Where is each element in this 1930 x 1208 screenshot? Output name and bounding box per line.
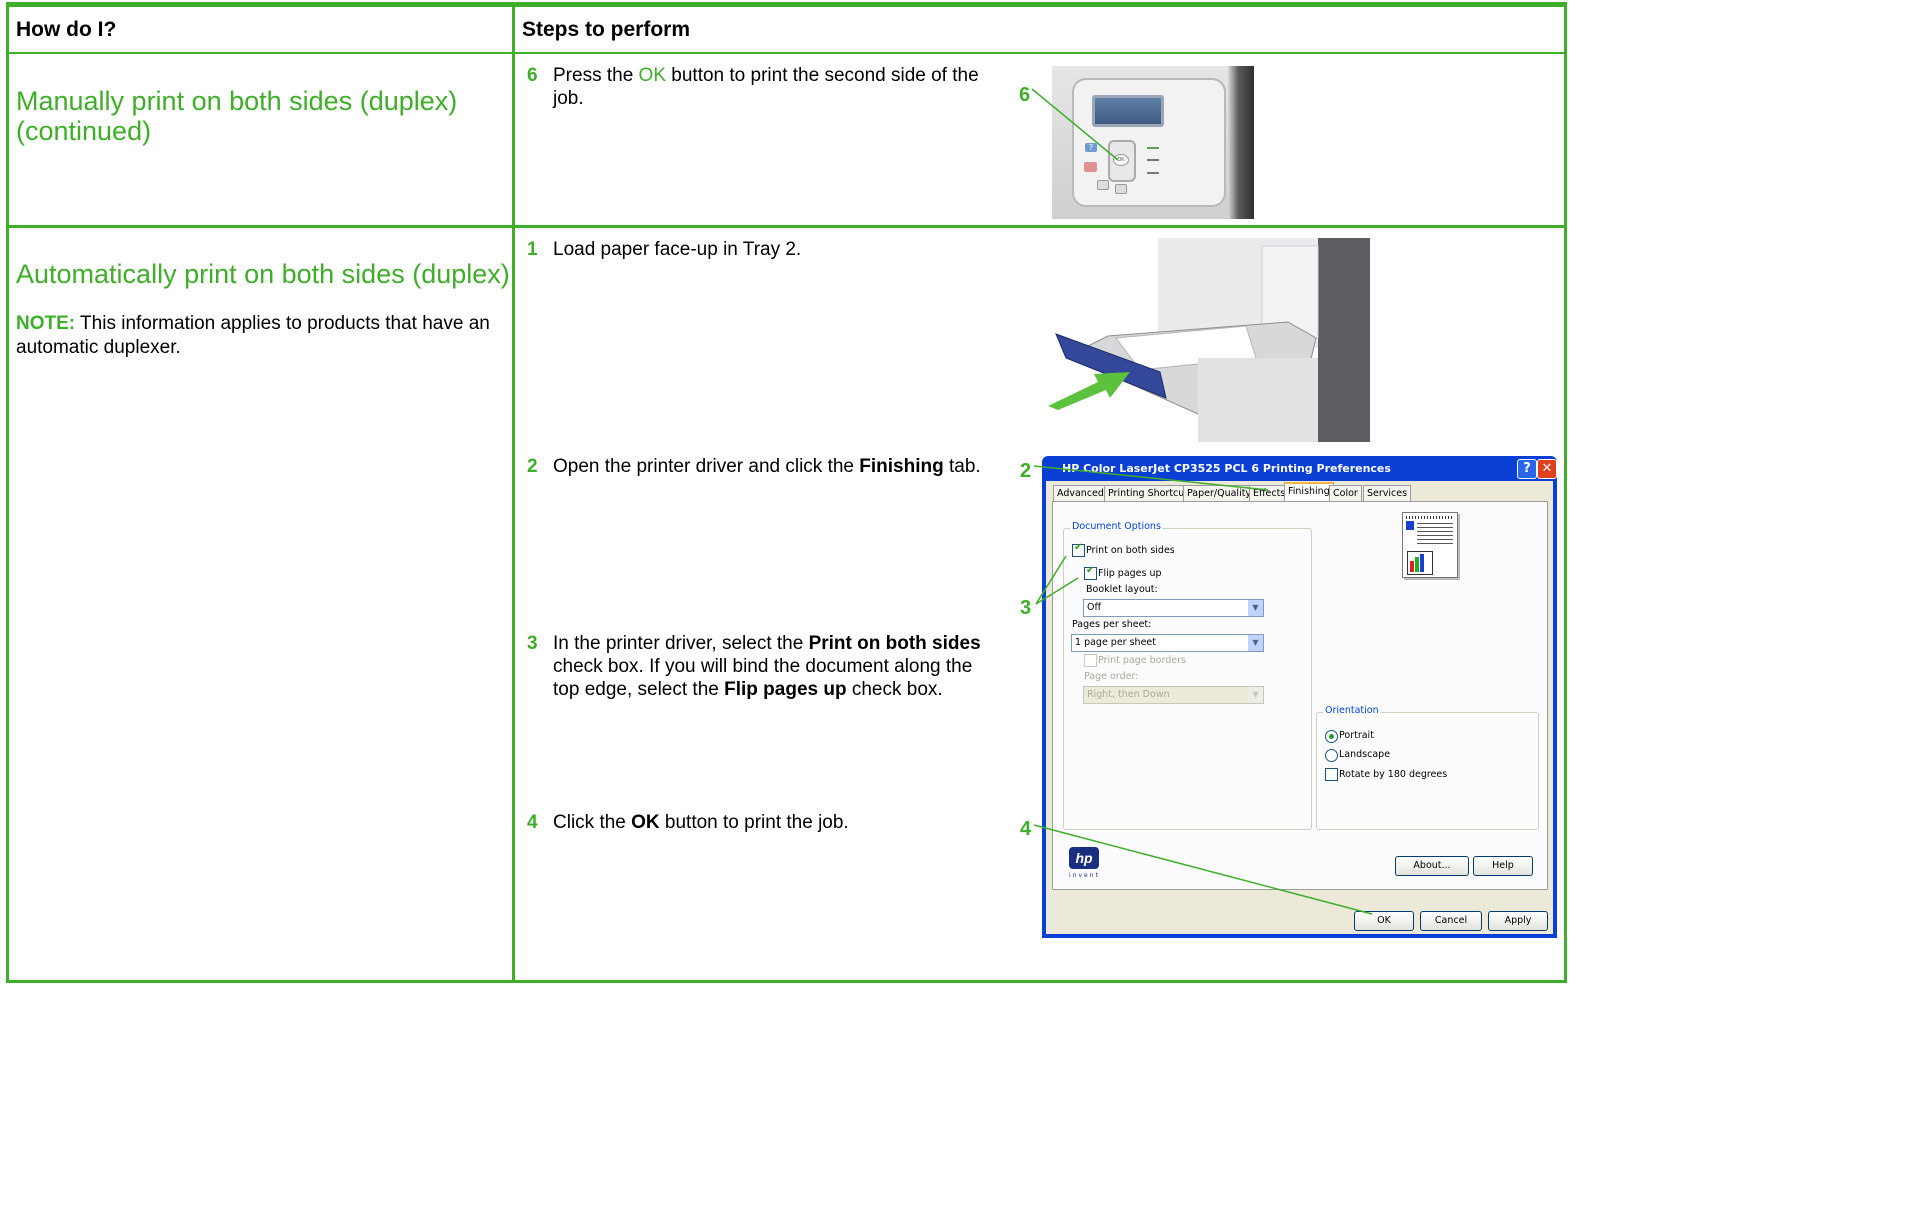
chevron-down-icon: ▼ <box>1248 635 1263 651</box>
page-order-select[interactable]: Right, then Down ▼ <box>1083 686 1264 704</box>
dialog-body: Advanced Printing Shortcuts Paper/Qualit… <box>1046 481 1553 934</box>
panel-led-1 <box>1147 147 1159 149</box>
print-page-borders-checkbox[interactable] <box>1084 654 1097 667</box>
flip-pages-up-checkbox[interactable] <box>1084 565 1097 580</box>
flip-pages-up-label: Flip pages up <box>1098 568 1162 579</box>
ok-word: OK <box>638 65 666 86</box>
panel-led-3 <box>1147 172 1159 174</box>
note-text: This information applies to products tha… <box>75 313 490 334</box>
row2-title: Automatically print on both sides (duple… <box>16 259 510 289</box>
booklet-layout-select[interactable]: Off ▼ <box>1083 599 1264 617</box>
printer-side <box>1318 238 1370 442</box>
landscape-label: Landscape <box>1339 749 1391 760</box>
header-how-do-i: How do I? <box>16 18 117 41</box>
frame-bottom <box>6 980 1567 983</box>
orientation-title: Orientation <box>1323 705 1381 716</box>
step-3: 3 In the printer driver, select the Prin… <box>527 633 981 700</box>
finishing-pane: Document Options Print on both sides Fli… <box>1052 501 1548 890</box>
pages-per-sheet-select[interactable]: 1 page per sheet ▼ <box>1071 634 1264 652</box>
cancel-button[interactable]: Cancel <box>1420 911 1482 931</box>
step-number: 6 <box>527 65 538 86</box>
lower-cabinet <box>1198 358 1318 442</box>
tab-advanced[interactable]: Advanced <box>1053 485 1108 502</box>
about-button[interactable]: About... <box>1395 856 1469 876</box>
print-page-borders-label: Print page borders <box>1098 655 1186 666</box>
page-order-label: Page order: <box>1084 671 1139 682</box>
apply-button[interactable]: Apply <box>1488 911 1548 931</box>
frame-left <box>6 2 9 983</box>
control-panel-image: ? OK <box>1052 66 1254 219</box>
portrait-label: Portrait <box>1339 730 1374 741</box>
dialog-close-button[interactable]: ✕ <box>1537 459 1557 479</box>
step-4: 4 Click the OK button to print the job. <box>527 812 849 833</box>
rotate-180-checkbox[interactable] <box>1325 768 1338 781</box>
frame-middle <box>512 7 515 983</box>
rotate-180-label: Rotate by 180 degrees <box>1339 769 1448 780</box>
chevron-down-icon: ▼ <box>1248 600 1263 616</box>
step-1: 1 Load paper face-up in Tray 2. <box>527 239 802 260</box>
panel-help-button: ? <box>1085 143 1097 152</box>
tab-finishing[interactable]: Finishing <box>1284 482 1334 503</box>
note-label: NOTE: <box>16 313 76 334</box>
top-rule <box>6 2 1566 7</box>
panel-back-button <box>1097 180 1109 190</box>
print-both-sides-label: Print on both sides <box>1086 545 1175 556</box>
step-number: 3 <box>527 633 538 654</box>
tab-services[interactable]: Services <box>1363 485 1412 502</box>
note-text-2: automatic duplexer. <box>16 337 181 358</box>
dialog-help-button[interactable]: ? <box>1517 459 1537 479</box>
booklet-layout-label: Booklet layout: <box>1086 584 1158 595</box>
insert-arrow <box>1048 372 1130 410</box>
callout-3: 3 <box>1020 597 1032 619</box>
tray-image <box>1048 238 1370 442</box>
step-number: 4 <box>527 812 538 833</box>
step-number: 2 <box>527 456 538 477</box>
tab-paper-quality[interactable]: Paper/Quality <box>1183 485 1256 502</box>
panel-led-2 <box>1147 159 1159 161</box>
panel-menu-button <box>1115 184 1127 194</box>
frame-row-rule <box>6 225 1567 228</box>
header-steps: Steps to perform <box>522 18 691 41</box>
frame-header-rule <box>6 52 1567 54</box>
help-button[interactable]: Help <box>1473 856 1533 876</box>
print-both-sides-checkbox[interactable] <box>1072 542 1085 557</box>
hp-invent-text: invent <box>1069 872 1100 879</box>
tab-color[interactable]: Color <box>1329 485 1362 502</box>
document-page: How do I? Steps to perform Manually prin… <box>0 0 1568 985</box>
panel-ok-button: OK <box>1113 154 1129 166</box>
dialog-title: HP Color LaserJet CP3525 PCL 6 Printing … <box>1062 462 1391 475</box>
printing-preferences-dialog: HP Color LaserJet CP3525 PCL 6 Printing … <box>1042 456 1557 938</box>
step-2: 2 Open the printer driver and click the … <box>527 456 981 477</box>
panel-display <box>1092 95 1164 127</box>
page-preview-icon <box>1402 512 1458 578</box>
landscape-radio[interactable] <box>1325 749 1338 762</box>
chevron-down-icon: ▼ <box>1248 687 1263 703</box>
panel-printer-edge <box>1228 66 1254 219</box>
panel-stop-button <box>1084 162 1097 172</box>
portrait-radio[interactable] <box>1325 730 1338 743</box>
frame-right <box>1564 2 1567 983</box>
callout-6: 6 <box>1019 84 1031 106</box>
row1-title: Manually print on both sides (duplex) (c… <box>16 86 458 146</box>
note: NOTE: This information applies to produc… <box>16 312 511 360</box>
callout-2: 2 <box>1020 460 1032 482</box>
step-number: 1 <box>527 239 538 260</box>
callout-4: 4 <box>1020 818 1032 840</box>
document-options-title: Document Options <box>1070 521 1163 532</box>
hp-logo: hp <box>1069 847 1099 869</box>
step-6: 6 Press the OK button to print the secon… <box>527 65 979 109</box>
pages-per-sheet-label: Pages per sheet: <box>1072 619 1152 630</box>
ok-button[interactable]: OK <box>1354 911 1414 931</box>
